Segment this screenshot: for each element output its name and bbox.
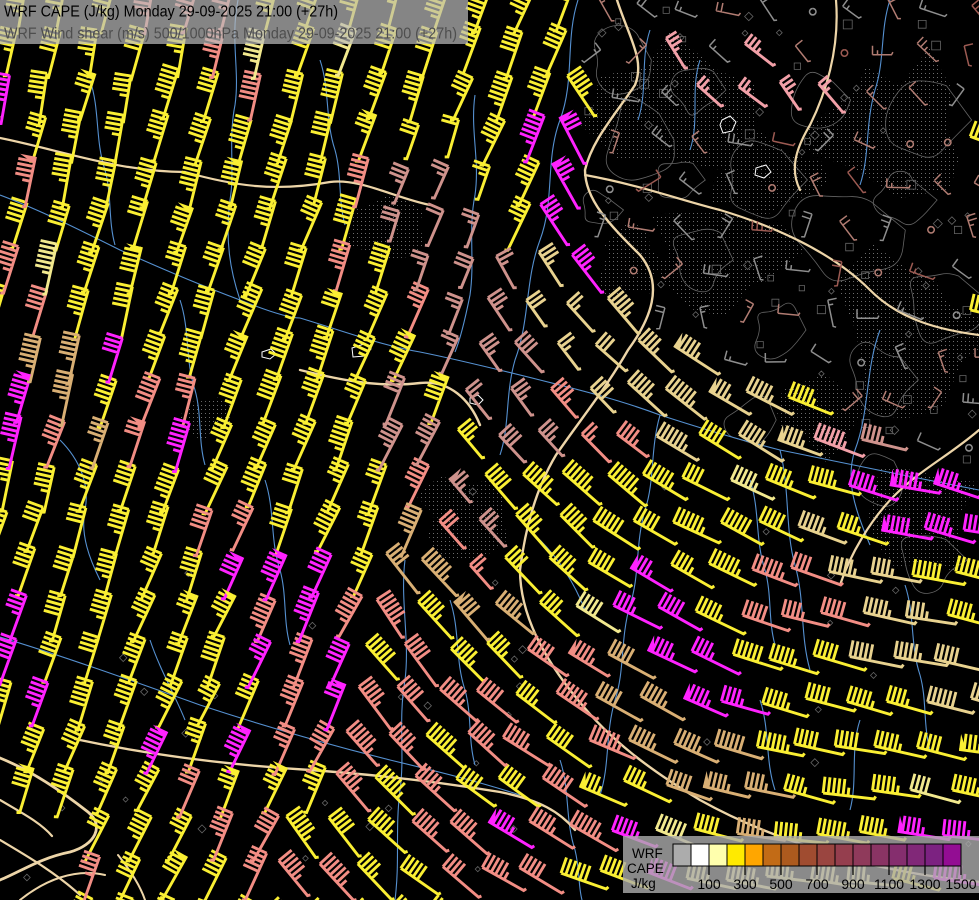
svg-text:300: 300 bbox=[733, 876, 757, 892]
svg-text:WRF Wind shear (m/s) 500/1000h: WRF Wind shear (m/s) 500/1000hPa Monday … bbox=[4, 26, 457, 43]
svg-text:CAPE: CAPE bbox=[627, 861, 664, 876]
svg-text:500: 500 bbox=[769, 876, 793, 892]
svg-text:1500: 1500 bbox=[945, 876, 976, 892]
svg-text:100: 100 bbox=[697, 876, 721, 892]
svg-text:WRF CAPE (J/kg) Monday 29-09-2: WRF CAPE (J/kg) Monday 29-09-2025 21:00 … bbox=[4, 4, 338, 21]
svg-text:WRF: WRF bbox=[632, 846, 663, 861]
svg-text:1100: 1100 bbox=[874, 876, 904, 892]
svg-text:900: 900 bbox=[841, 876, 865, 892]
svg-text:700: 700 bbox=[805, 876, 829, 892]
svg-text:J/kg: J/kg bbox=[631, 876, 656, 891]
svg-text:1300: 1300 bbox=[909, 876, 940, 892]
